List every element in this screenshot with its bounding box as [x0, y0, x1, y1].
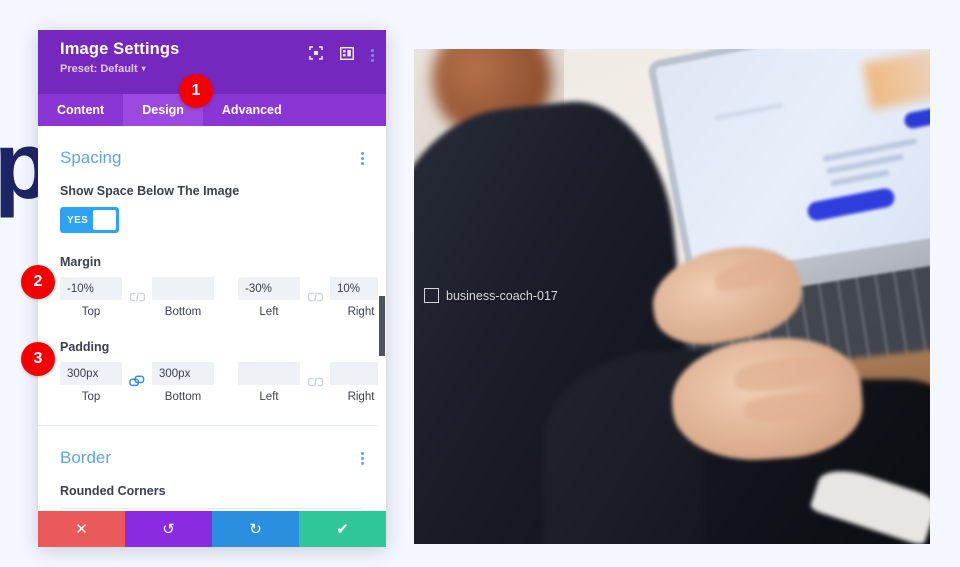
chevron-down-icon: ▾ [141, 64, 146, 73]
preset-label: Preset: Default [60, 63, 138, 75]
padding-link-vertical-icon[interactable] [126, 374, 148, 392]
padding-left-label: Left [259, 391, 279, 403]
padding-fields: Top Bottom [60, 362, 386, 403]
margin-top-label: Top [81, 306, 101, 318]
spacing-section-title: Spacing [60, 148, 122, 167]
padding-bottom-label: Bottom [164, 391, 202, 403]
close-button[interactable]: ✕ [38, 511, 125, 547]
step-badge-2: 2 [21, 265, 55, 299]
margin-fields: Top Bottom [60, 277, 386, 318]
screen: op| fi s et a b business-coach-017 [0, 0, 960, 567]
padding-bottom-input[interactable] [152, 362, 214, 385]
step-badge-3: 3 [21, 342, 55, 376]
border-section: Border Rounded Corners [38, 426, 386, 511]
scrollbar-thumb[interactable] [379, 296, 385, 356]
kebab-menu-icon[interactable] [371, 47, 374, 64]
margin-link-vertical-icon[interactable] [126, 289, 148, 307]
padding-top-label: Top [81, 391, 101, 403]
margin-bottom-label: Bottom [164, 306, 202, 318]
toggle-knob [93, 210, 116, 230]
padding-left-input[interactable] [238, 362, 300, 385]
border-section-title: Border [60, 448, 112, 467]
panel-scrollbar[interactable] [378, 126, 386, 511]
panel-scroll-area: Spacing Show Space Below The Image YES M… [38, 126, 386, 511]
padding-link-horizontal-icon[interactable] [304, 374, 326, 392]
image-settings-panel: Image Settings Preset: Default ▾ Content… [38, 30, 386, 547]
save-button[interactable]: ✔ [299, 511, 386, 547]
spacing-section: Spacing Show Space Below The Image YES M… [38, 126, 386, 403]
step-badge-1: 1 [179, 74, 213, 108]
focus-icon[interactable] [309, 46, 323, 65]
redo-button[interactable]: ↻ [212, 511, 299, 547]
panel-footer: ✕ ↺ ↻ ✔ [38, 511, 386, 547]
rounded-corners-control [60, 508, 364, 511]
margin-bottom-input[interactable] [152, 277, 214, 300]
image-caption-text: business-coach-017 [446, 288, 558, 303]
tab-advanced[interactable]: Advanced [203, 94, 301, 126]
margin-left-input[interactable] [238, 277, 300, 300]
padding-label: Padding [60, 340, 110, 354]
margin-link-horizontal-icon[interactable] [304, 289, 326, 307]
rounded-corners-label: Rounded Corners [60, 484, 166, 498]
margin-label: Margin [60, 255, 101, 269]
spacing-options-icon[interactable] [361, 150, 364, 167]
broken-image-icon [424, 288, 439, 303]
show-space-toggle[interactable]: YES [60, 207, 119, 233]
show-space-label: Show Space Below The Image [60, 184, 240, 198]
margin-top-input[interactable] [60, 277, 122, 300]
undo-button[interactable]: ↺ [125, 511, 212, 547]
panel-tabs: Content Design Advanced [38, 94, 386, 126]
margin-left-label: Left [259, 306, 279, 318]
border-options-icon[interactable] [361, 450, 364, 467]
image-caption: business-coach-017 [424, 288, 558, 303]
layout-panel-icon[interactable] [339, 46, 355, 65]
toggle-value-label: YES [67, 214, 89, 226]
preview-image[interactable]: business-coach-017 [414, 49, 930, 544]
padding-top-input[interactable] [60, 362, 122, 385]
tab-content[interactable]: Content [38, 94, 123, 126]
